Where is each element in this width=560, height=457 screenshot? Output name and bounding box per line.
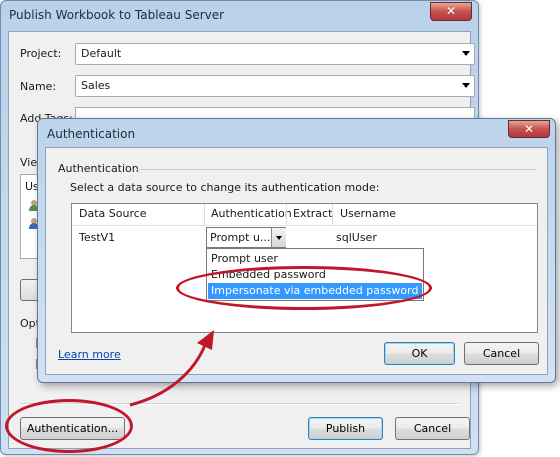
divider	[20, 403, 459, 405]
option-embedded-password[interactable]: Embedded password	[208, 267, 422, 283]
publish-button[interactable]: Publish	[308, 417, 383, 440]
title-bar: Publish Workbook to Tableau Server ✕	[1, 1, 478, 31]
project-select[interactable]: Default	[75, 43, 475, 65]
dialog-client: Authentication Select a data source to c…	[45, 147, 548, 375]
chevron-down-icon	[276, 236, 282, 240]
column-header[interactable]: Extract	[293, 207, 332, 220]
data-source-grid[interactable]: Data Source Authentication Extract Usern…	[71, 203, 538, 333]
dialog-close-button[interactable]: ✕	[508, 120, 550, 138]
close-button[interactable]: ✕	[430, 2, 472, 21]
group-divider	[136, 169, 537, 170]
authentication-select[interactable]: Prompt u...	[206, 227, 286, 248]
data-source-cell[interactable]: TestV1	[79, 231, 115, 244]
chevron-down-icon	[462, 51, 470, 56]
cancel-button[interactable]: Cancel	[395, 417, 470, 440]
column-header[interactable]: Authentication	[211, 207, 292, 220]
column-separator	[286, 204, 287, 225]
dialog-cancel-button[interactable]: Cancel	[464, 342, 539, 365]
name-combo[interactable]: Sales	[75, 75, 475, 97]
option-impersonate[interactable]: Impersonate via embedded password	[208, 283, 422, 299]
project-value: Default	[81, 47, 122, 60]
dropdown-button[interactable]	[271, 228, 286, 247]
project-label: Project:	[20, 47, 62, 60]
dialog-title: Authentication	[47, 127, 136, 141]
authentication-options-list: Prompt user Embedded password Impersonat…	[206, 248, 424, 301]
authentication-value: Prompt u...	[210, 231, 271, 244]
username-cell[interactable]: sqlUser	[336, 231, 377, 244]
window-title: Publish Workbook to Tableau Server	[9, 8, 225, 22]
authentication-dialog: Authentication ✕ Authentication Select a…	[37, 118, 556, 383]
name-label: Name:	[20, 80, 57, 93]
column-header[interactable]: Username	[340, 207, 396, 220]
authentication-button[interactable]: Authentication...	[20, 417, 125, 440]
option-prompt-user[interactable]: Prompt user	[208, 251, 422, 267]
ok-button[interactable]: OK	[384, 342, 455, 365]
column-separator	[204, 204, 205, 225]
group-label: Authentication	[58, 162, 139, 175]
instruction-text: Select a data source to change its authe…	[70, 181, 380, 194]
column-separator	[332, 204, 333, 225]
header-divider	[72, 225, 537, 226]
learn-more-link[interactable]: Learn more	[58, 348, 121, 361]
column-header[interactable]: Data Source	[79, 207, 147, 220]
name-value: Sales	[81, 79, 111, 92]
chevron-down-icon	[462, 83, 470, 88]
